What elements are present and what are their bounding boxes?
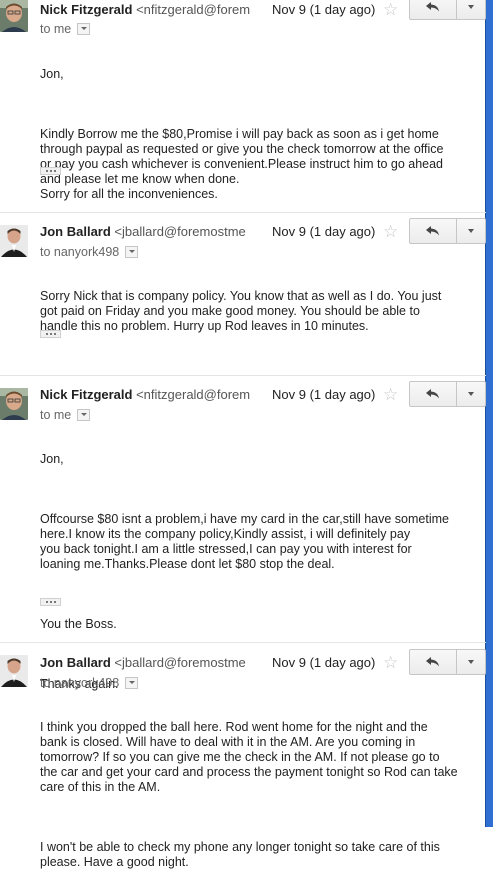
body-paragraph: Jon, (40, 67, 64, 81)
sender[interactable]: Jon Ballard <jballard@foremostme (40, 655, 246, 670)
show-trimmed-content-button[interactable] (40, 598, 61, 606)
star-icon[interactable]: ☆ (383, 1, 398, 18)
message-body: I think you dropped the ball here. Rod w… (40, 705, 470, 885)
recipient: to me (40, 408, 91, 422)
recipient-label: to me (40, 408, 72, 422)
recipient-label: to nanyork498 (40, 245, 120, 259)
avatar[interactable] (0, 0, 28, 32)
sender-email: <nfitzgerald@forem (136, 387, 251, 402)
sender-name: Jon Ballard (40, 224, 111, 239)
more-actions-button[interactable] (456, 649, 486, 675)
sender-name: Nick Fitzgerald (40, 2, 133, 17)
sender[interactable]: Nick Fitzgerald <nfitzgerald@forem (40, 387, 250, 402)
message-date: Nov 9 (1 day ago) (272, 655, 376, 670)
reply-button[interactable] (409, 649, 457, 675)
sender[interactable]: Nick Fitzgerald <nfitzgerald@forem (40, 2, 250, 17)
sender-email: <jballard@foremostme (114, 655, 246, 670)
reply-button[interactable] (409, 0, 457, 20)
reply-button[interactable] (409, 381, 457, 407)
reply-arrow-icon (426, 2, 439, 12)
body-paragraph: Jon, (40, 452, 64, 466)
message-body: Sorry Nick that is company policy. You k… (40, 274, 470, 349)
message-body: Jon, Kindly Borrow me the $80,Promise i … (40, 52, 470, 217)
body-paragraph: Sorry Nick that is company policy. You k… (40, 289, 442, 333)
more-actions-button[interactable] (456, 218, 486, 244)
chevron-down-icon (468, 392, 474, 396)
message-date: Nov 9 (1 day ago) (272, 2, 376, 17)
sender-email: <nfitzgerald@forem (136, 2, 251, 17)
recipient: to nanyork498 (40, 676, 139, 690)
sender-name: Nick Fitzgerald (40, 387, 133, 402)
body-paragraph: Kindly Borrow me the $80,Promise i will … (40, 127, 444, 201)
recipient-details-dropdown[interactable] (77, 408, 91, 421)
message-divider (0, 375, 486, 376)
message-divider (0, 642, 486, 643)
recipient-label: to nanyork498 (40, 676, 120, 690)
chevron-down-icon (468, 5, 474, 9)
avatar[interactable] (0, 225, 28, 257)
show-trimmed-content-button[interactable] (40, 330, 61, 338)
chevron-down-icon (468, 660, 474, 664)
sender-email: <jballard@foremostme (114, 224, 246, 239)
body-paragraph: I won't be able to check my phone any lo… (40, 840, 440, 869)
reply-arrow-icon (426, 226, 439, 236)
avatar[interactable] (0, 655, 28, 687)
message-date: Nov 9 (1 day ago) (272, 224, 376, 239)
body-paragraph: You the Boss. (40, 617, 117, 631)
recipient: to me (40, 22, 91, 36)
star-icon[interactable]: ☆ (383, 386, 398, 403)
recipient-label: to me (40, 22, 72, 36)
avatar[interactable] (0, 388, 28, 420)
recipient-details-dropdown[interactable] (125, 676, 139, 689)
more-actions-button[interactable] (456, 381, 486, 407)
reply-button[interactable] (409, 218, 457, 244)
sender-name: Jon Ballard (40, 655, 111, 670)
message-date: Nov 9 (1 day ago) (272, 387, 376, 402)
more-actions-button[interactable] (456, 0, 486, 20)
reply-arrow-icon (426, 657, 439, 667)
sender[interactable]: Jon Ballard <jballard@foremostme (40, 224, 246, 239)
body-paragraph: I think you dropped the ball here. Rod w… (40, 720, 458, 794)
recipient-details-dropdown[interactable] (125, 245, 139, 258)
show-trimmed-content-button[interactable] (40, 167, 61, 175)
recipient: to nanyork498 (40, 245, 139, 259)
star-icon[interactable]: ☆ (383, 654, 398, 671)
chevron-down-icon (468, 229, 474, 233)
message-divider (0, 212, 486, 213)
star-icon[interactable]: ☆ (383, 223, 398, 240)
body-paragraph: Offcourse $80 isnt a problem,i have my c… (40, 512, 449, 571)
reply-arrow-icon (426, 389, 439, 399)
recipient-details-dropdown[interactable] (77, 22, 91, 35)
scrollbar[interactable] (485, 0, 493, 827)
